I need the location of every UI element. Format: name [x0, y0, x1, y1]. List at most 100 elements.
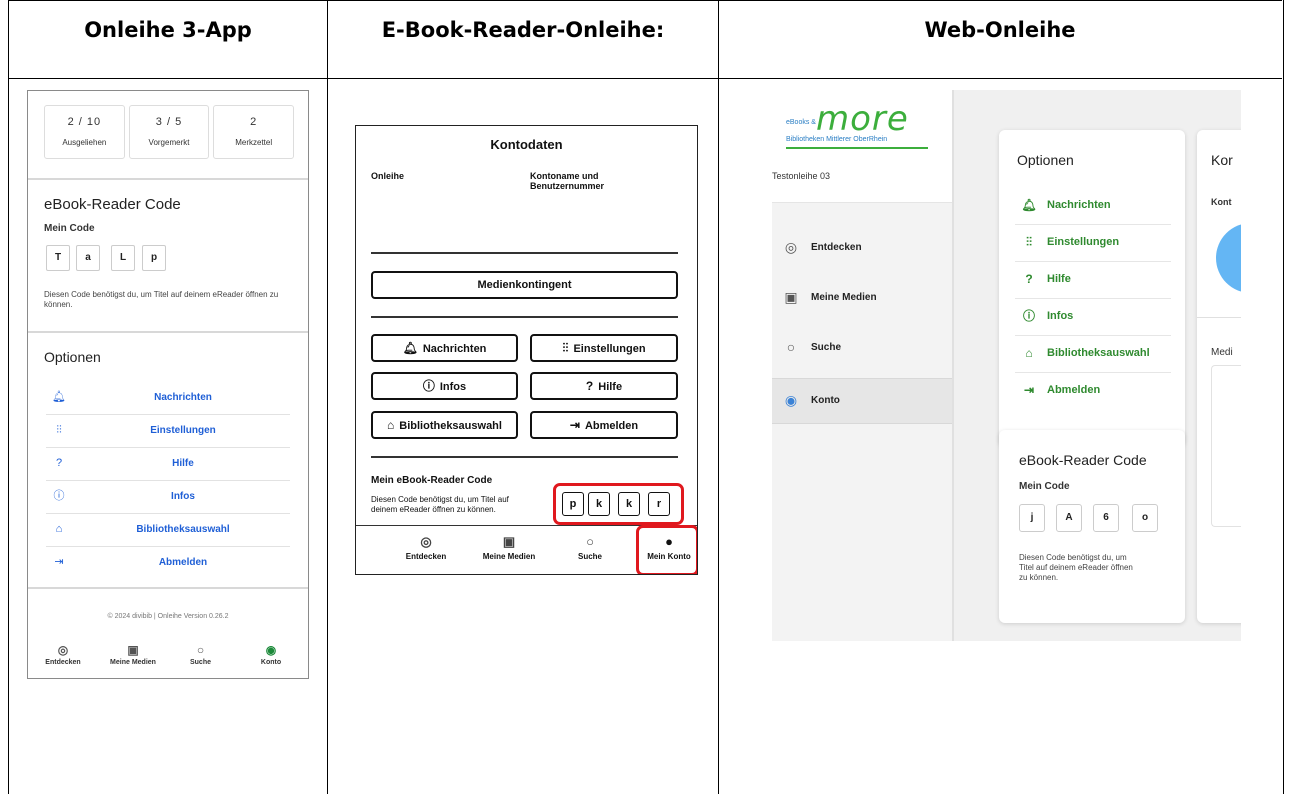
- code-description: zu können.: [1019, 573, 1059, 582]
- code-char: A: [1056, 504, 1082, 532]
- option-label: Einstellungen: [150, 425, 216, 436]
- logo-area: eBooks & more Bibliotheken Mittlerer Obe…: [772, 90, 952, 203]
- stat-watchlist[interactable]: 2 Merkzettel: [213, 105, 295, 159]
- nachrichten-button[interactable]: 🔔︎ Nachrichten: [371, 334, 518, 362]
- code-title: eBook-Reader Code: [1019, 452, 1147, 468]
- code-char: p: [142, 245, 166, 271]
- onleihe-label: Onleihe: [371, 171, 405, 181]
- sidebar-item-meine-medien[interactable]: ▣ Meine Medien: [772, 276, 952, 320]
- bibliotheksauswahl-button[interactable]: ⌂ Bibliotheksauswahl: [371, 411, 518, 439]
- account-card: Kor Kont Medi: [1197, 130, 1241, 623]
- nav-suche[interactable]: ○ Suche: [566, 534, 614, 561]
- code-card: eBook-Reader Code Mein Code j A 6 o Dies…: [999, 430, 1185, 623]
- nav-label: Konto: [260, 659, 282, 666]
- logout-icon: ⇥: [569, 418, 580, 432]
- nav-label: Entdecken: [405, 552, 447, 561]
- option-infos[interactable]: ⓘ Infos: [1015, 298, 1171, 336]
- option-infos[interactable]: ⓘ Infos: [46, 481, 290, 514]
- account-highlight: [636, 525, 697, 574]
- option-einstellungen[interactable]: ⫶⫶ Einstellungen: [1015, 224, 1171, 262]
- logo-text-ebooks: eBooks &: [786, 119, 816, 126]
- sidebar-label: Suche: [811, 342, 842, 353]
- info-icon: ⓘ: [1022, 309, 1035, 323]
- code-section-title: eBook-Reader Code: [44, 196, 181, 213]
- option-einstellungen[interactable]: ⫶⫶ Einstellungen: [46, 415, 290, 448]
- option-bibliotheksauswahl[interactable]: ⌂ Bibliotheksauswahl: [46, 514, 290, 547]
- logo-underline: [786, 147, 928, 149]
- nav-konto[interactable]: ◉ Konto: [246, 642, 296, 666]
- sidebar-item-entdecken[interactable]: ◎ Entdecken: [772, 226, 952, 270]
- media-quota-button[interactable]: Medienkontingent: [371, 271, 678, 299]
- stat-value: 3 / 5: [155, 116, 183, 128]
- option-abmelden[interactable]: ⇥ Abmelden: [46, 547, 290, 579]
- nav-entdecken[interactable]: ◎ Entdecken: [396, 534, 456, 561]
- sliders-icon: ⫶⫶: [56, 424, 62, 436]
- divider: [371, 252, 678, 254]
- option-label: Abmelden: [158, 557, 208, 568]
- stat-label: Ausgeliehen: [62, 138, 107, 147]
- sliders-icon: ⫶⫶: [562, 341, 569, 355]
- ereader-screenshot: Kontodaten Onleihe Kontoname und Benutze…: [355, 125, 698, 575]
- option-abmelden[interactable]: ⇥ Abmelden: [1015, 372, 1171, 409]
- compass-icon: ◎: [57, 643, 69, 657]
- option-label: Nachrichten: [1047, 199, 1111, 211]
- library-icon: ⌂: [387, 418, 395, 432]
- option-hilfe[interactable]: ? Hilfe: [1015, 261, 1171, 299]
- option-nachrichten[interactable]: 🔔︎ Nachrichten: [1015, 187, 1171, 225]
- logo-text-more: more: [816, 99, 909, 139]
- sidebar-item-konto[interactable]: ◉ Konto: [772, 378, 952, 424]
- button-label: Abmelden: [584, 420, 639, 432]
- sliders-icon: ⫶⫶: [1025, 235, 1032, 249]
- option-bibliotheksauswahl[interactable]: ⌂ Bibliotheksauswahl: [1015, 335, 1171, 373]
- hilfe-button[interactable]: ? Hilfe: [530, 372, 678, 400]
- nav-suche[interactable]: ○ Suche: [178, 642, 223, 666]
- button-label: Nachrichten: [422, 343, 487, 355]
- code-description: Diesen Code benötigst du, um Titel auf: [371, 495, 509, 504]
- sidebar-item-suche[interactable]: ○ Suche: [772, 326, 952, 370]
- account-icon: ◉: [265, 643, 277, 657]
- code-highlight: [553, 483, 684, 525]
- page-title: Kontodaten: [490, 137, 563, 152]
- nav-entdecken[interactable]: ◎ Entdecken: [38, 642, 88, 666]
- code-char: o: [1132, 504, 1158, 532]
- sidebar-label: Konto: [811, 395, 840, 406]
- media-icon: ▣: [784, 289, 798, 305]
- table-top-border: [8, 0, 1282, 1]
- column-header-app: Onleihe 3-App: [84, 18, 252, 42]
- column-divider: [327, 0, 328, 794]
- abmelden-button[interactable]: ⇥ Abmelden: [530, 411, 678, 439]
- bell-icon: 🔔︎: [1021, 198, 1037, 212]
- option-label: Hilfe: [1047, 273, 1071, 285]
- column-header-ereader: E-Book-Reader-Onleihe:: [381, 18, 665, 42]
- stat-borrowed[interactable]: 2 / 10 Ausgeliehen: [44, 105, 125, 159]
- info-icon: ⓘ: [53, 490, 65, 502]
- stat-reserved[interactable]: 3 / 5 Vorgemerkt: [128, 105, 210, 159]
- version-footer: © 2024 divibib | Onleihe Version 0.26.2: [107, 613, 229, 620]
- nav-label: Suche: [189, 659, 211, 666]
- code-description: Titel auf deinem eReader öffnen: [1019, 563, 1133, 572]
- media-label: Medi: [1211, 347, 1233, 358]
- nav-meine-medien[interactable]: ▣ Meine Medien: [103, 642, 163, 666]
- button-label: Hilfe: [598, 381, 623, 393]
- stat-value: 2: [250, 116, 258, 128]
- account-card-title: Kor: [1211, 152, 1233, 168]
- info-icon: ⓘ: [422, 379, 435, 393]
- media-icon: ▣: [502, 534, 516, 549]
- media-box: [1211, 365, 1241, 527]
- option-hilfe[interactable]: ? Hilfe: [46, 448, 290, 481]
- library-icon: ⌂: [55, 523, 63, 535]
- option-nachrichten[interactable]: 🔔︎ Nachrichten: [46, 382, 290, 415]
- option-label: Bibliotheksauswahl: [1047, 347, 1150, 359]
- logout-icon: ⇥: [1023, 383, 1035, 397]
- stats-row: 2 / 10 Ausgeliehen 3 / 5 Vorgemerkt 2 Merkz…: [44, 105, 295, 159]
- infos-button[interactable]: ⓘ Infos: [371, 372, 518, 400]
- option-label: Nachrichten: [154, 392, 212, 403]
- einstellungen-button[interactable]: ⫶⫶ Einstellungen: [530, 334, 678, 362]
- stat-label: Vorgemerkt: [148, 138, 190, 147]
- button-label: Infos: [439, 381, 467, 393]
- option-label: Infos: [1047, 310, 1074, 322]
- nav-meine-medien[interactable]: ▣ Meine Medien: [474, 534, 544, 561]
- sidebar-label: Meine Medien: [811, 292, 877, 303]
- options-title: Optionen: [1017, 152, 1074, 168]
- search-icon: ○: [196, 643, 205, 657]
